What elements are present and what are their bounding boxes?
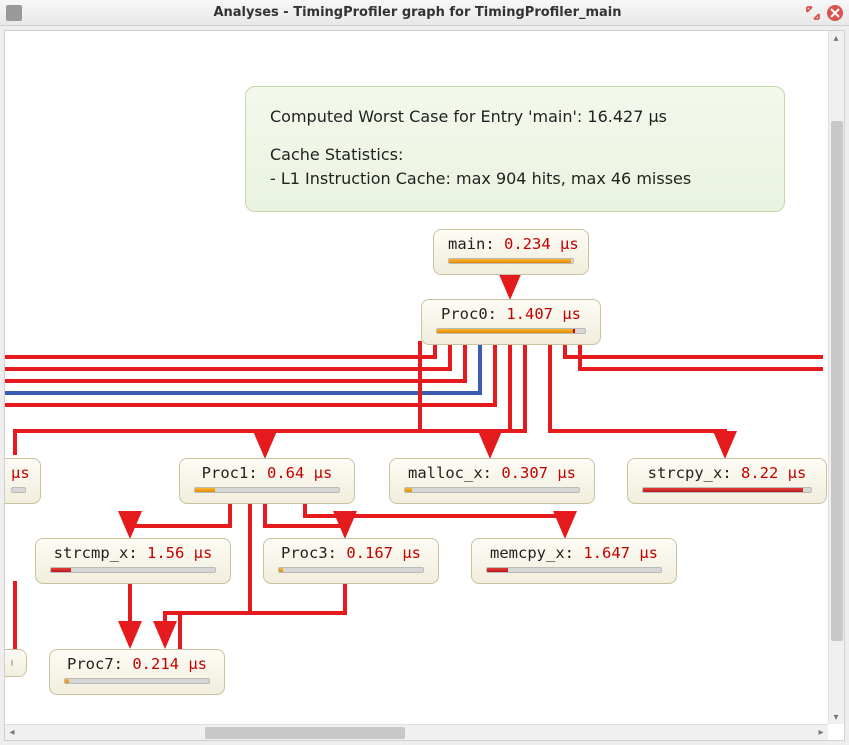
scroll-up-icon: ▴	[829, 31, 843, 45]
node-proc1[interactable]: Proc1: 0.64 µs	[179, 458, 355, 504]
node-label: malloc_x	[408, 464, 483, 482]
node-bar	[194, 487, 340, 493]
node-proc0[interactable]: Proc0: 1.407 µs	[421, 299, 601, 345]
window-title: Analyses - TimingProfiler graph for Timi…	[30, 5, 805, 20]
node-strcmpx[interactable]: strcmp_x: 1.56 µs	[35, 538, 231, 584]
node-bar	[486, 567, 662, 573]
window-controls	[805, 5, 843, 21]
node-bar	[11, 487, 26, 493]
node-value: 0.64 µs	[267, 464, 332, 482]
node-bar	[64, 678, 210, 684]
node-bar	[448, 258, 574, 264]
node-label: main	[448, 235, 485, 253]
summary-box: Computed Worst Case for Entry 'main': 16…	[245, 86, 785, 212]
scroll-right-icon: ▸	[814, 725, 828, 739]
node-value: 0.307 µs	[501, 464, 576, 482]
worst-case-text: Computed Worst Case for Entry 'main': 16…	[270, 105, 760, 129]
node-value: 0.167 µs	[346, 544, 421, 562]
cache-stats-title: Cache Statistics:	[270, 143, 760, 167]
node-label: Proc0	[441, 305, 488, 323]
node-value: 1.407 µs	[506, 305, 581, 323]
horizontal-scrollbar[interactable]: ◂ ▸	[5, 724, 828, 740]
node-mallocx[interactable]: malloc_x: 0.307 µs	[389, 458, 595, 504]
graph-canvas[interactable]: Computed Worst Case for Entry 'main': 16…	[5, 31, 823, 721]
app-icon	[6, 5, 22, 21]
node-label: memcpy_x	[490, 544, 565, 562]
node-label: Proc1	[202, 464, 249, 482]
scroll-left-icon: ◂	[5, 725, 19, 739]
maximize-icon	[806, 6, 820, 20]
titlebar: Analyses - TimingProfiler graph for Timi…	[0, 0, 849, 26]
node-clipped-left[interactable]: µs	[5, 458, 41, 504]
scroll-down-icon: ▾	[829, 710, 843, 724]
hscroll-thumb[interactable]	[205, 727, 405, 739]
cache-stats-l1: - L1 Instruction Cache: max 904 hits, ma…	[270, 167, 760, 191]
node-memcpyx[interactable]: memcpy_x: 1.647 µs	[471, 538, 677, 584]
node-label: Proc7	[67, 655, 114, 673]
node-proc3[interactable]: Proc3: 0.167 µs	[263, 538, 439, 584]
node-bar	[50, 567, 216, 573]
node-proc7[interactable]: Proc7: 0.214 µs	[49, 649, 225, 695]
close-icon	[830, 8, 840, 18]
vscroll-thumb[interactable]	[831, 121, 843, 641]
node-label: strcpy_x	[648, 464, 723, 482]
vertical-scrollbar[interactable]: ▴ ▾	[828, 31, 844, 724]
close-button[interactable]	[827, 5, 843, 21]
node-clipped-bottom-left[interactable]	[5, 649, 27, 677]
node-value: µs	[11, 464, 30, 482]
node-bar	[642, 487, 812, 493]
node-value: 1.647 µs	[583, 544, 658, 562]
app-window: Analyses - TimingProfiler graph for Timi…	[0, 0, 849, 745]
maximize-button[interactable]	[805, 5, 821, 21]
node-value: 0.234 µs	[504, 235, 579, 253]
node-value: 8.22 µs	[741, 464, 806, 482]
node-bar	[11, 660, 13, 666]
content-frame: Computed Worst Case for Entry 'main': 16…	[4, 30, 845, 741]
node-label: strcmp_x	[54, 544, 129, 562]
node-main[interactable]: main: 0.234 µs	[433, 229, 589, 275]
node-bar	[404, 487, 580, 493]
node-bar	[278, 567, 424, 573]
node-label: Proc3	[281, 544, 328, 562]
node-bar	[436, 328, 586, 334]
node-value: 1.56 µs	[147, 544, 212, 562]
node-strcpyx[interactable]: strcpy_x: 8.22 µs	[627, 458, 827, 504]
node-value: 0.214 µs	[132, 655, 207, 673]
